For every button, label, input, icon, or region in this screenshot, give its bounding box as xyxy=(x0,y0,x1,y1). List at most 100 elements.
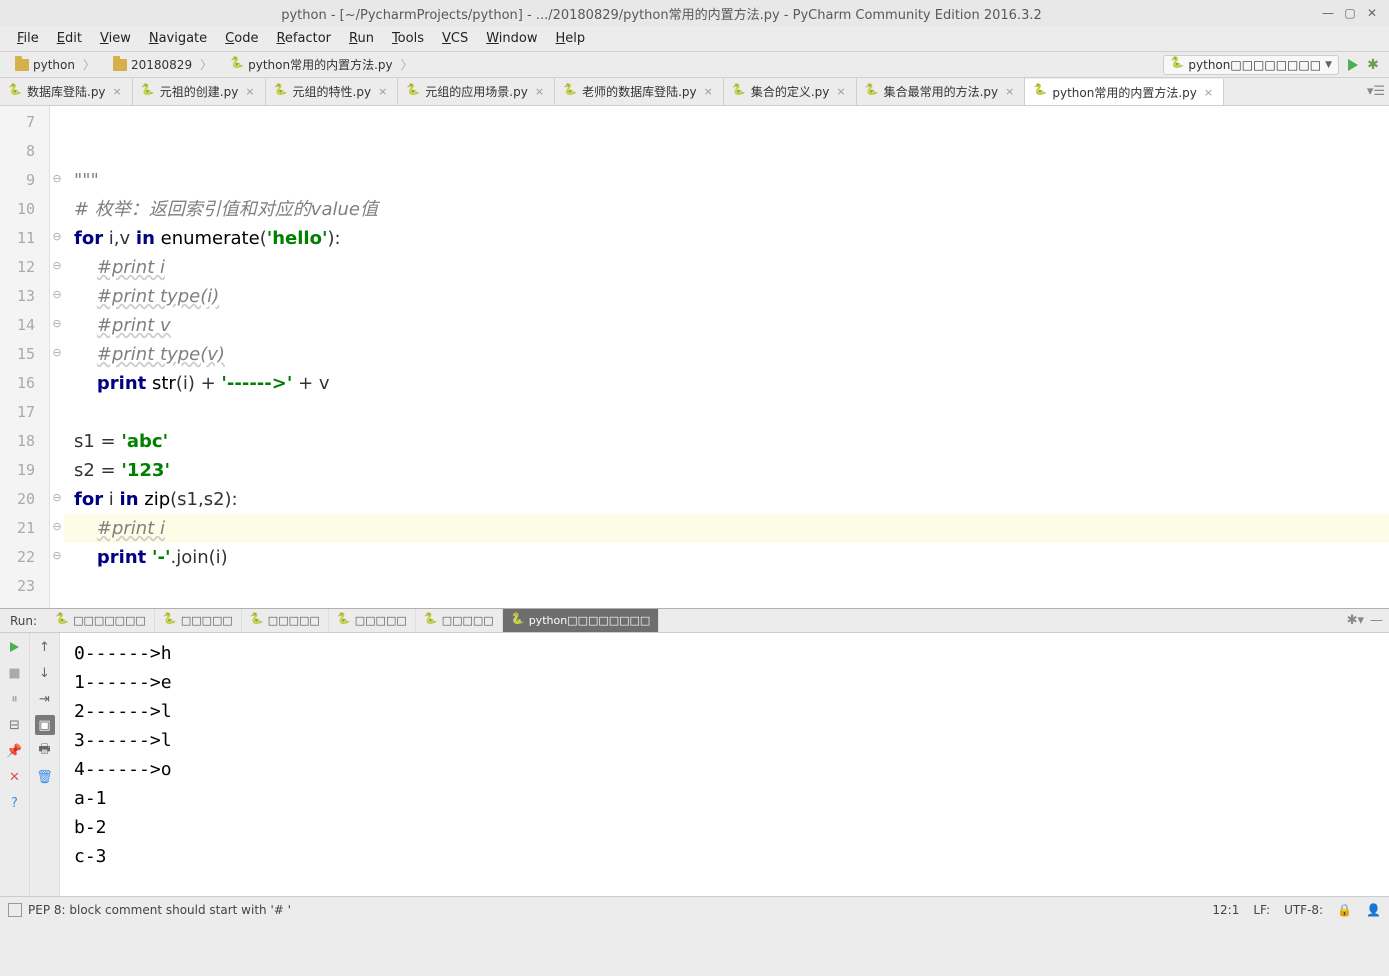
tab-label: 老师的数据库登陆.py xyxy=(582,83,697,100)
close-button[interactable]: ✕ xyxy=(1361,4,1383,22)
menu-tools[interactable]: Tools xyxy=(383,28,433,49)
run-config-label: python□□□□□□□□ xyxy=(1188,58,1321,72)
run-tab-label: □□□□□ xyxy=(355,614,407,627)
status-icon[interactable] xyxy=(8,903,22,917)
lock-icon[interactable]: 🔒 xyxy=(1337,903,1352,917)
breadcrumb-label: python xyxy=(33,58,75,72)
run-button[interactable] xyxy=(1343,55,1363,75)
tab-overflow[interactable]: ▾☰ xyxy=(1363,78,1389,105)
line-number-gutter: 7891011121314151617181920212223 xyxy=(0,106,50,608)
run-config-dropdown[interactable]: python□□□□□□□□ ▼ xyxy=(1163,55,1339,75)
menu-bar: FileEditViewNavigateCodeRefactorRunTools… xyxy=(0,26,1389,52)
menu-edit[interactable]: Edit xyxy=(48,28,91,49)
run-tab-label: □□□□□ xyxy=(442,614,494,627)
line-separator: LF: xyxy=(1253,903,1270,917)
tab-label: 集合最常用的方法.py xyxy=(884,83,999,100)
minimize-panel-icon[interactable]: — xyxy=(1370,613,1383,628)
dump-button[interactable]: ⊟ xyxy=(5,715,25,735)
run-tab[interactable]: □□□□□ xyxy=(329,609,416,632)
inspector-icon[interactable]: 👤 xyxy=(1366,903,1381,917)
console-output[interactable]: 0------>h 1------>e 2------>l 3------>l … xyxy=(60,633,1389,896)
pause-button[interactable]: ⏸ xyxy=(5,689,25,709)
rerun-button[interactable] xyxy=(5,637,25,657)
scroll-lock-button[interactable]: ▣ xyxy=(35,715,55,735)
close-tab-icon[interactable]: × xyxy=(702,85,715,98)
run-tool-window: Run: □□□□□□□□□□□□□□□□□□□□□□□□□□□python□□… xyxy=(0,608,1389,896)
code-editor[interactable]: """# 枚举：返回索引值和对应的value值for i,v in enumer… xyxy=(64,106,1389,608)
help-button[interactable]: ? xyxy=(5,793,25,813)
minimize-button[interactable]: — xyxy=(1317,4,1339,22)
fold-column: ⊖⊖⊖⊖⊖⊖⊖⊖⊖ xyxy=(50,106,64,608)
menu-run[interactable]: Run xyxy=(340,28,383,49)
tab-label: 元祖的创建.py xyxy=(160,83,239,100)
editor-tab[interactable]: 元组的特性.py× xyxy=(266,78,399,105)
status-message: PEP 8: block comment should start with '… xyxy=(28,903,291,917)
run-tab[interactable]: □□□□□ xyxy=(155,609,242,632)
maximize-button[interactable]: ▢ xyxy=(1339,4,1361,22)
trash-button[interactable]: 🗑 xyxy=(35,767,55,787)
editor-tab[interactable]: 老师的数据库登陆.py × xyxy=(555,78,724,105)
python-file-icon xyxy=(563,85,577,99)
close-tab-icon[interactable]: × xyxy=(376,85,389,98)
run-tab-label: □□□□□□□ xyxy=(73,614,146,627)
menu-view[interactable]: View xyxy=(91,28,140,49)
cursor-position: 12:1 xyxy=(1212,903,1239,917)
menu-window[interactable]: Window xyxy=(477,28,546,49)
run-tab[interactable]: □□□□□ xyxy=(416,609,503,632)
run-tab[interactable]: □□□□□□□ xyxy=(47,609,155,632)
editor-tab[interactable]: 集合最常用的方法.py × xyxy=(857,78,1026,105)
title-bar: python - [~/PycharmProjects/python] - ..… xyxy=(0,0,1389,26)
close-tab-icon[interactable]: × xyxy=(834,85,847,98)
breadcrumb-label: python常用的内置方法.py xyxy=(248,56,393,73)
print-button[interactable]: 🖶 xyxy=(35,741,55,761)
python-icon xyxy=(511,614,525,628)
debug-button[interactable]: ✱ xyxy=(1363,55,1383,75)
close-tab-icon[interactable]: × xyxy=(1003,85,1016,98)
breadcrumb-item[interactable]: python〉 xyxy=(6,53,104,76)
play-icon xyxy=(10,642,19,652)
menu-refactor[interactable]: Refactor xyxy=(267,28,340,49)
chevron-down-icon: ▼ xyxy=(1325,60,1332,70)
gear-icon[interactable]: ✱▾ xyxy=(1347,613,1364,628)
menu-vcs[interactable]: VCS xyxy=(433,28,477,49)
close-tab-icon[interactable]: × xyxy=(1202,86,1215,99)
run-panel-header: Run: □□□□□□□□□□□□□□□□□□□□□□□□□□□python□□… xyxy=(0,609,1389,633)
breadcrumb-item[interactable]: python常用的内置方法.py〉 xyxy=(221,53,422,76)
run-tab[interactable]: □□□□□ xyxy=(242,609,329,632)
python-file-icon xyxy=(274,85,288,99)
menu-code[interactable]: Code xyxy=(216,28,267,49)
close-tab-icon[interactable]: × xyxy=(533,85,546,98)
pin-button[interactable]: 📌 xyxy=(5,741,25,761)
stop-button[interactable]: ■ xyxy=(5,663,25,683)
folder-icon xyxy=(15,59,29,71)
breadcrumb-label: 20180829 xyxy=(131,58,192,72)
up-button[interactable]: ↑ xyxy=(35,637,55,657)
python-file-icon xyxy=(865,85,879,99)
close-tab-icon[interactable]: × xyxy=(111,85,124,98)
editor-tab[interactable]: 元组的应用场景.py× xyxy=(398,78,555,105)
menu-help[interactable]: Help xyxy=(547,28,595,49)
editor-area: 7891011121314151617181920212223 ⊖⊖⊖⊖⊖⊖⊖⊖… xyxy=(0,106,1389,608)
nav-bar: python〉20180829〉python常用的内置方法.py〉 python… xyxy=(0,52,1389,78)
breadcrumb-item[interactable]: 20180829〉 xyxy=(104,53,221,76)
menu-navigate[interactable]: Navigate xyxy=(140,28,216,49)
python-file-icon xyxy=(230,58,244,72)
python-icon xyxy=(424,614,438,628)
editor-tab[interactable]: python常用的内置方法.py× xyxy=(1025,79,1224,106)
window-title: python - [~/PycharmProjects/python] - ..… xyxy=(6,4,1317,23)
editor-tab[interactable]: 数据库登陆.py× xyxy=(0,78,133,105)
bug-icon: ✱ xyxy=(1367,57,1379,73)
run-tab[interactable]: python□□□□□□□□ xyxy=(503,609,660,632)
close-tab-icon[interactable]: × xyxy=(243,85,256,98)
menu-file[interactable]: File xyxy=(8,28,48,49)
run-tab-label: □□□□□ xyxy=(181,614,233,627)
editor-tab[interactable]: 元祖的创建.py × xyxy=(133,78,266,105)
editor-tab[interactable]: 集合的定义.py× xyxy=(724,78,857,105)
down-button[interactable]: ↓ xyxy=(35,663,55,683)
python-icon xyxy=(250,614,264,628)
folder-icon xyxy=(113,59,127,71)
run-side-toolbar-2: ↑ ↓ ⇥ ▣ 🖶 🗑 xyxy=(30,633,60,896)
play-icon xyxy=(1348,59,1358,71)
close-run-button[interactable]: ✕ xyxy=(5,767,25,787)
wrap-button[interactable]: ⇥ xyxy=(35,689,55,709)
